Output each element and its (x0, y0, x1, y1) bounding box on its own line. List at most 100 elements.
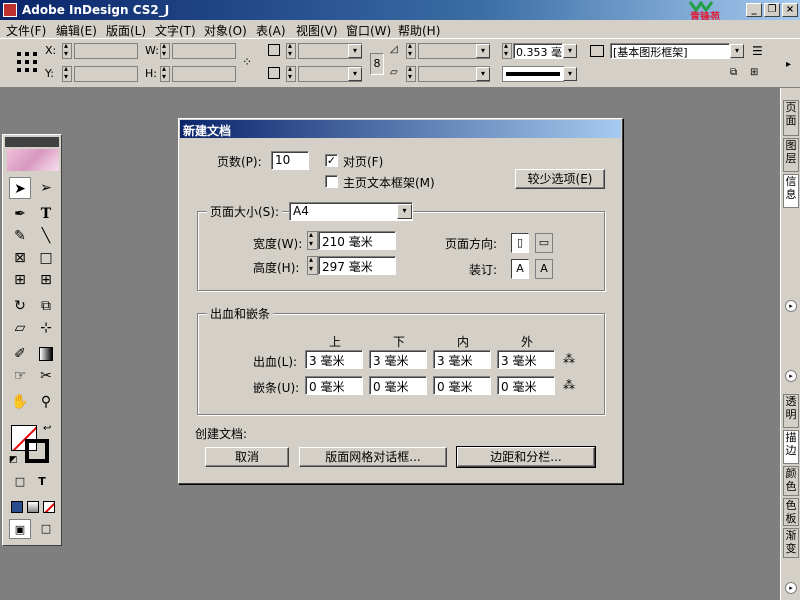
stroke-type-field[interactable] (502, 66, 564, 82)
page-size-select[interactable]: A4 (289, 202, 413, 221)
apply-gradient-icon[interactable] (27, 501, 39, 513)
reference-point-icon[interactable] (16, 51, 38, 73)
stroke-type-dropdown[interactable]: ▾ (563, 67, 577, 81)
free-transform-tool-icon[interactable]: ⊹ (35, 317, 57, 339)
x-field[interactable] (74, 43, 138, 59)
menu-file[interactable]: 文件(F) (6, 22, 46, 39)
type-tool-icon[interactable]: T (35, 203, 57, 225)
frame-grid-tool-icon[interactable]: ⊞ (9, 269, 31, 291)
direct-selection-tool-icon[interactable]: ➢ (35, 177, 57, 199)
new-style-icon[interactable]: ⧉ (730, 67, 737, 78)
selection-tool-icon[interactable]: ➤ (9, 177, 31, 199)
cancel-button[interactable]: 取消 (205, 447, 289, 467)
h-field[interactable] (172, 66, 236, 82)
scale-x-spinner[interactable] (286, 41, 296, 59)
w-spinner[interactable] (160, 41, 170, 59)
hand-tool-icon[interactable]: ✋ (9, 391, 31, 413)
bleed-inside-input[interactable]: 3 毫米 (433, 350, 491, 369)
dock-expand-top-icon[interactable]: ▸ (785, 300, 797, 312)
constrain-proportions-icon[interactable]: ⁘ (242, 55, 252, 69)
eyedropper-tool-icon[interactable]: ✐ (9, 343, 31, 365)
page-size-dropdown[interactable]: ▾ (397, 204, 412, 219)
slug-bottom-input[interactable]: 0 毫米 (369, 376, 427, 395)
frame-style-field[interactable]: [基本图形框架] (610, 43, 730, 59)
default-colors-icon[interactable]: ◩ (9, 455, 18, 465)
normal-view-icon[interactable]: ▣ (9, 519, 31, 539)
adobe-flower-icon[interactable] (7, 149, 59, 171)
tab-pages[interactable]: 页面 (783, 100, 799, 136)
apply-color-icon[interactable] (11, 501, 23, 513)
margins-columns-button[interactable]: 边距和分栏... (456, 446, 596, 468)
scale-y-dropdown[interactable]: ▾ (348, 67, 362, 81)
stroke-weight-dropdown[interactable]: ▾ (563, 44, 577, 58)
menu-window[interactable]: 窗口(W) (346, 22, 391, 39)
menu-view[interactable]: 视图(V) (296, 22, 338, 39)
width-spinner[interactable] (307, 230, 318, 250)
menu-type[interactable]: 文字(T) (155, 22, 196, 39)
line-tool-icon[interactable]: ╲ (35, 225, 57, 247)
scale-tool-icon[interactable]: ⧉ (35, 295, 57, 317)
tab-layers[interactable]: 图层 (783, 138, 799, 172)
y-spinner[interactable] (62, 64, 72, 82)
stroke-swatch-icon[interactable] (25, 439, 49, 463)
shear-dropdown[interactable]: ▾ (476, 67, 490, 81)
menu-table[interactable]: 表(A) (256, 22, 286, 39)
rectangle-tool-icon[interactable]: □ (35, 247, 57, 269)
swap-colors-icon[interactable]: ↩ (43, 423, 51, 434)
left-binding-icon[interactable]: A (511, 259, 529, 279)
tab-swatches[interactable]: 色板 (783, 498, 799, 526)
chain-link-icon[interactable]: 8 (370, 53, 384, 75)
slug-inside-input[interactable]: 0 毫米 (433, 376, 491, 395)
width-input[interactable]: 210 毫米 (318, 231, 396, 250)
rotate-dropdown[interactable]: ▾ (476, 44, 490, 58)
bleed-link-icon[interactable]: ⁂ (563, 352, 575, 366)
formatting-container-icon[interactable]: □ (11, 473, 29, 491)
pages-input[interactable]: 10 (271, 151, 309, 170)
master-text-frame-checkbox[interactable] (325, 175, 338, 188)
x-spinner[interactable] (62, 41, 72, 59)
clear-style-icon[interactable]: ⊞ (750, 67, 758, 78)
height-input[interactable]: 297 毫米 (318, 256, 396, 275)
restore-button[interactable]: ❐ (764, 3, 780, 17)
slug-outside-input[interactable]: 0 毫米 (497, 376, 555, 395)
menu-object[interactable]: 对象(O) (204, 22, 247, 39)
bleed-outside-input[interactable]: 3 毫米 (497, 350, 555, 369)
tab-transparency[interactable]: 透明 (783, 394, 799, 428)
zoom-tool-icon[interactable]: ⚲ (35, 391, 57, 413)
toolbox-grip[interactable] (5, 137, 59, 147)
stroke-weight-spinner[interactable] (502, 41, 512, 59)
h-spinner[interactable] (160, 64, 170, 82)
style-options-icon[interactable]: ☰ (752, 44, 763, 58)
pen-tool-icon[interactable]: ✒ (9, 203, 31, 225)
landscape-orientation-icon[interactable]: ▭ (535, 233, 553, 253)
tab-gradient[interactable]: 渐变 (783, 528, 799, 558)
dock-expand-middle-icon[interactable]: ▸ (785, 370, 797, 382)
w-field[interactable] (172, 43, 236, 59)
shear-tool-icon[interactable]: ▱ (9, 317, 31, 339)
height-spinner[interactable] (307, 255, 318, 275)
bleed-top-input[interactable]: 3 毫米 (305, 350, 363, 369)
palette-menu-icon[interactable]: ▸ (786, 59, 791, 70)
scale-y-spinner[interactable] (286, 64, 296, 82)
formatting-text-icon[interactable]: T (33, 473, 51, 491)
layout-grid-dialog-button[interactable]: 版面网格对话框... (299, 447, 447, 467)
pencil-tool-icon[interactable]: ✎ (9, 225, 31, 247)
bleed-bottom-input[interactable]: 3 毫米 (369, 350, 427, 369)
rotate-spinner[interactable] (406, 41, 416, 59)
menu-layout[interactable]: 版面(L) (106, 22, 146, 39)
stroke-weight-field[interactable]: 0.353 毫 (513, 43, 563, 59)
scissors-tool-icon[interactable]: ✂ (35, 365, 57, 387)
slug-top-input[interactable]: 0 毫米 (305, 376, 363, 395)
preview-view-icon[interactable]: □ (35, 519, 57, 539)
rotate-tool-icon[interactable]: ↻ (9, 295, 31, 317)
rectangle-frame-tool-icon[interactable]: ⊠ (9, 247, 31, 269)
menu-help[interactable]: 帮助(H) (398, 22, 440, 39)
dock-expand-bottom-icon[interactable]: ▸ (785, 582, 797, 594)
y-field[interactable] (74, 66, 138, 82)
menu-edit[interactable]: 编辑(E) (56, 22, 97, 39)
tab-stroke[interactable]: 描边 (783, 430, 799, 464)
portrait-orientation-icon[interactable]: ▯ (511, 233, 529, 253)
layout-grid-tool-icon[interactable]: ⊞ (35, 269, 57, 291)
shear-spinner[interactable] (406, 64, 416, 82)
fewer-options-button[interactable]: 较少选项(E) (515, 169, 605, 189)
